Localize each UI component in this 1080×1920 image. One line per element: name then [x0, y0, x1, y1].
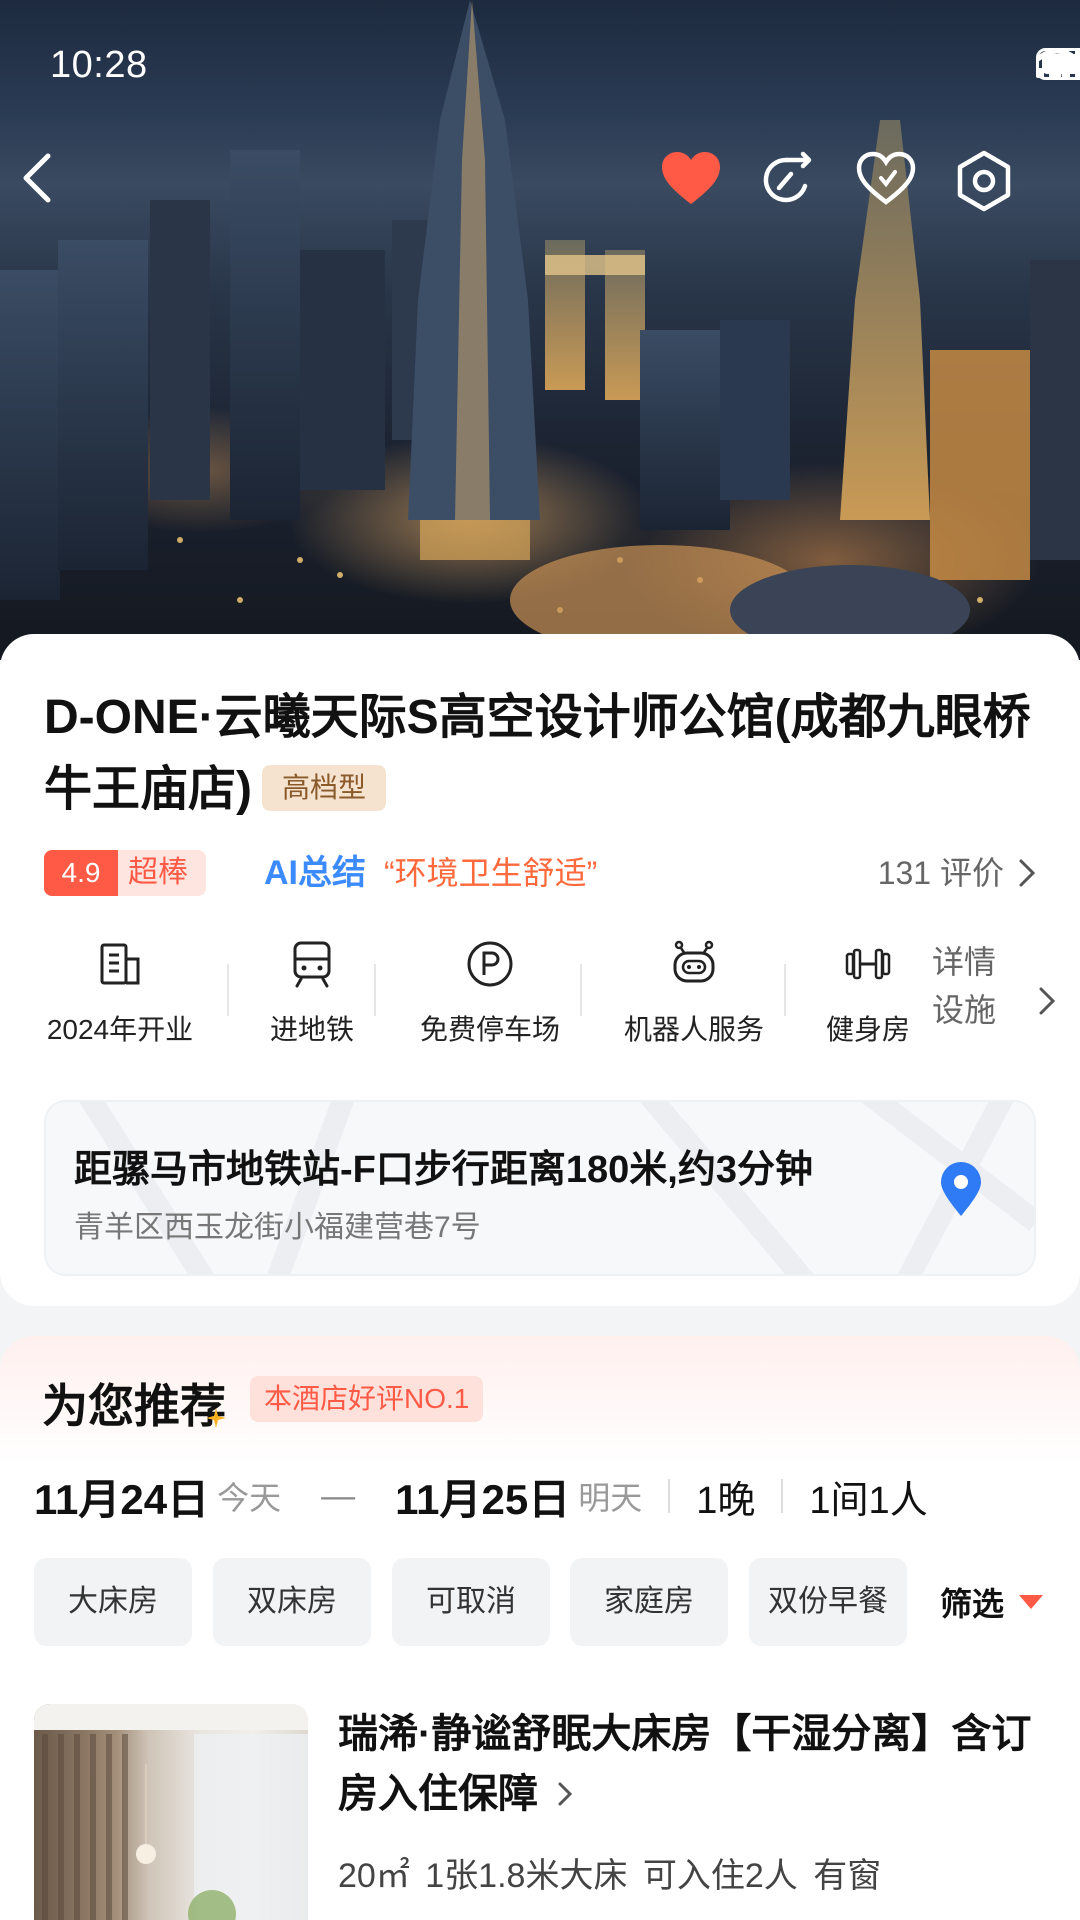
settings-button[interactable]	[953, 150, 1033, 230]
rating-badge: 4.9 超棒	[44, 850, 206, 896]
ai-summary-label: AI总结	[264, 854, 366, 892]
hotel-level-tag: 高档型	[262, 765, 387, 812]
divider	[668, 1479, 671, 1513]
divider	[781, 1479, 784, 1513]
rating-row[interactable]: 4.9 超棒 AI总结 “环境卫生舒适” 131 评价	[44, 850, 1036, 900]
divider	[580, 964, 582, 1016]
facility-list[interactable]: 2024年开业 进地铁 免费停车场 机器人服务 健身房 详情 设施	[30, 936, 1056, 1056]
gear-icon	[957, 150, 1011, 212]
facility-label: 免费停车场	[419, 1014, 560, 1045]
back-button[interactable]	[18, 150, 98, 230]
date-selector[interactable]: 11月24日 今天 — 11月25日 明天 1晚 1间1人	[34, 1466, 1044, 1526]
hotel-hero-image[interactable]: 10:28	[0, 0, 1080, 660]
room-name-text: 瑞浠·静谧舒眠大床房【干湿分离】含订房入住保障	[338, 1712, 1032, 1816]
parking-icon	[467, 941, 513, 987]
room-specs: 20㎡ 1张1.8米大床 可入住2人 有窗	[338, 1857, 882, 1895]
reviews-link[interactable]: 131 评价	[878, 850, 1036, 896]
status-bar: 10:28	[0, 0, 1080, 130]
facility-opening-year[interactable]: 2024年开业	[30, 936, 210, 1048]
facility-subway[interactable]: 进地铁	[252, 936, 372, 1048]
facility-label: 进地铁	[269, 1014, 354, 1045]
divider	[374, 964, 376, 1016]
back-chevron-icon	[23, 153, 51, 203]
share-button[interactable]	[757, 150, 837, 230]
subway-icon	[293, 941, 331, 988]
facility-label: 机器人服务	[623, 1014, 764, 1045]
share-icon	[763, 151, 812, 203]
caret-down-icon	[1019, 1595, 1043, 1609]
hotel-name-text: D-ONE·云曦天际S高空设计师公馆(成都九眼桥牛王庙店)	[44, 691, 1031, 816]
nights-count: 1晚	[696, 1479, 756, 1522]
reviews-count: 131 评价	[877, 855, 1004, 891]
facility-parking[interactable]: 免费停车场	[400, 936, 580, 1048]
favorite-button[interactable]	[855, 150, 935, 230]
room-filter-bar: 大床房 双床房 可取消 家庭房 双份早餐 筛选	[34, 1558, 1044, 1648]
date-dash: —	[321, 1476, 356, 1515]
recommend-title: 为您推荐	[42, 1380, 226, 1432]
battery-icon	[1036, 48, 1080, 80]
filter-button[interactable]: 筛选	[940, 1558, 1044, 1646]
room-name[interactable]: 瑞浠·静谧舒眠大床房【干湿分离】含订房入住保障	[338, 1704, 1038, 1824]
filter-chip-family-room[interactable]: 家庭房	[570, 1558, 728, 1646]
rating-word: 超棒	[118, 850, 206, 896]
recommend-section: 为您推荐 本酒店好评NO.1 11月24日 今天 — 11月25日 明天 1晚 …	[0, 1336, 1080, 1920]
room-card[interactable]: 瑞浠·静谧舒眠大床房【干湿分离】含订房入住保障 20㎡ 1张1.8米大床 可入住…	[34, 1704, 1044, 1920]
robot-icon	[673, 940, 715, 983]
divider	[227, 964, 229, 1016]
filter-chip-cancellable[interactable]: 可取消	[392, 1558, 550, 1646]
facility-details-link[interactable]: 详情 设施	[932, 938, 996, 1034]
sparkle-icon	[206, 1408, 226, 1428]
hotel-name: D-ONE·云曦天际S高空设计师公馆(成都九眼桥牛王庙店) 高档型	[44, 682, 1044, 826]
facility-label: 2024年开业	[46, 1014, 194, 1045]
facility-label: 健身房	[825, 1014, 910, 1045]
like-button[interactable]	[660, 150, 740, 230]
ai-summary-quote: “环境卫生舒适”	[384, 855, 598, 891]
room-photo-illustration	[34, 1704, 308, 1920]
rating-score: 4.9	[44, 850, 118, 896]
checkin-day: 今天	[217, 1480, 282, 1516]
chevron-right-icon	[1019, 859, 1036, 887]
facility-details-label-1: 详情	[932, 944, 997, 980]
location-address: 青羊区西玉龙街小福建营巷7号	[74, 1211, 481, 1244]
location-distance: 距骡马市地铁站-F口步行距离180米,约3分钟	[74, 1149, 813, 1191]
facility-robot[interactable]: 机器人服务	[604, 936, 784, 1048]
rooms-people[interactable]: 1间1人	[809, 1469, 927, 1524]
chevron-right-icon	[558, 1782, 573, 1806]
filter-chip-twin-bed[interactable]: 双床房	[213, 1558, 371, 1646]
map-pin-icon[interactable]	[938, 1162, 984, 1218]
location-card[interactable]: 距骡马市地铁站-F口步行距离180米,约3分钟 青羊区西玉龙街小福建营巷7号	[44, 1100, 1036, 1276]
divider	[784, 964, 786, 1016]
checkin-date[interactable]: 11月24日	[34, 1466, 209, 1527]
hotel-info-card: D-ONE·云曦天际S高空设计师公馆(成都九眼桥牛王庙店) 高档型 4.9 超棒 …	[0, 634, 1080, 1306]
filter-chip-double-breakfast[interactable]: 双份早餐	[749, 1558, 907, 1646]
heart-outline-icon	[856, 151, 916, 205]
filter-chip-king-bed[interactable]: 大床房	[34, 1558, 192, 1646]
checkout-date[interactable]: 11月25日	[395, 1466, 570, 1527]
status-time: 10:28	[50, 44, 148, 86]
room-photo[interactable]	[34, 1704, 308, 1920]
dumbbell-icon	[845, 948, 891, 980]
heart-filled-icon	[662, 152, 720, 204]
facility-gym[interactable]: 健身房	[808, 936, 928, 1048]
chevron-right-icon	[1039, 987, 1056, 1015]
facility-details-label-2: 设施	[932, 992, 997, 1028]
recommend-badge: 本酒店好评NO.1	[250, 1376, 484, 1422]
building-icon	[100, 943, 140, 985]
checkout-day: 明天	[578, 1480, 643, 1516]
filter-label: 筛选	[939, 1586, 1004, 1622]
